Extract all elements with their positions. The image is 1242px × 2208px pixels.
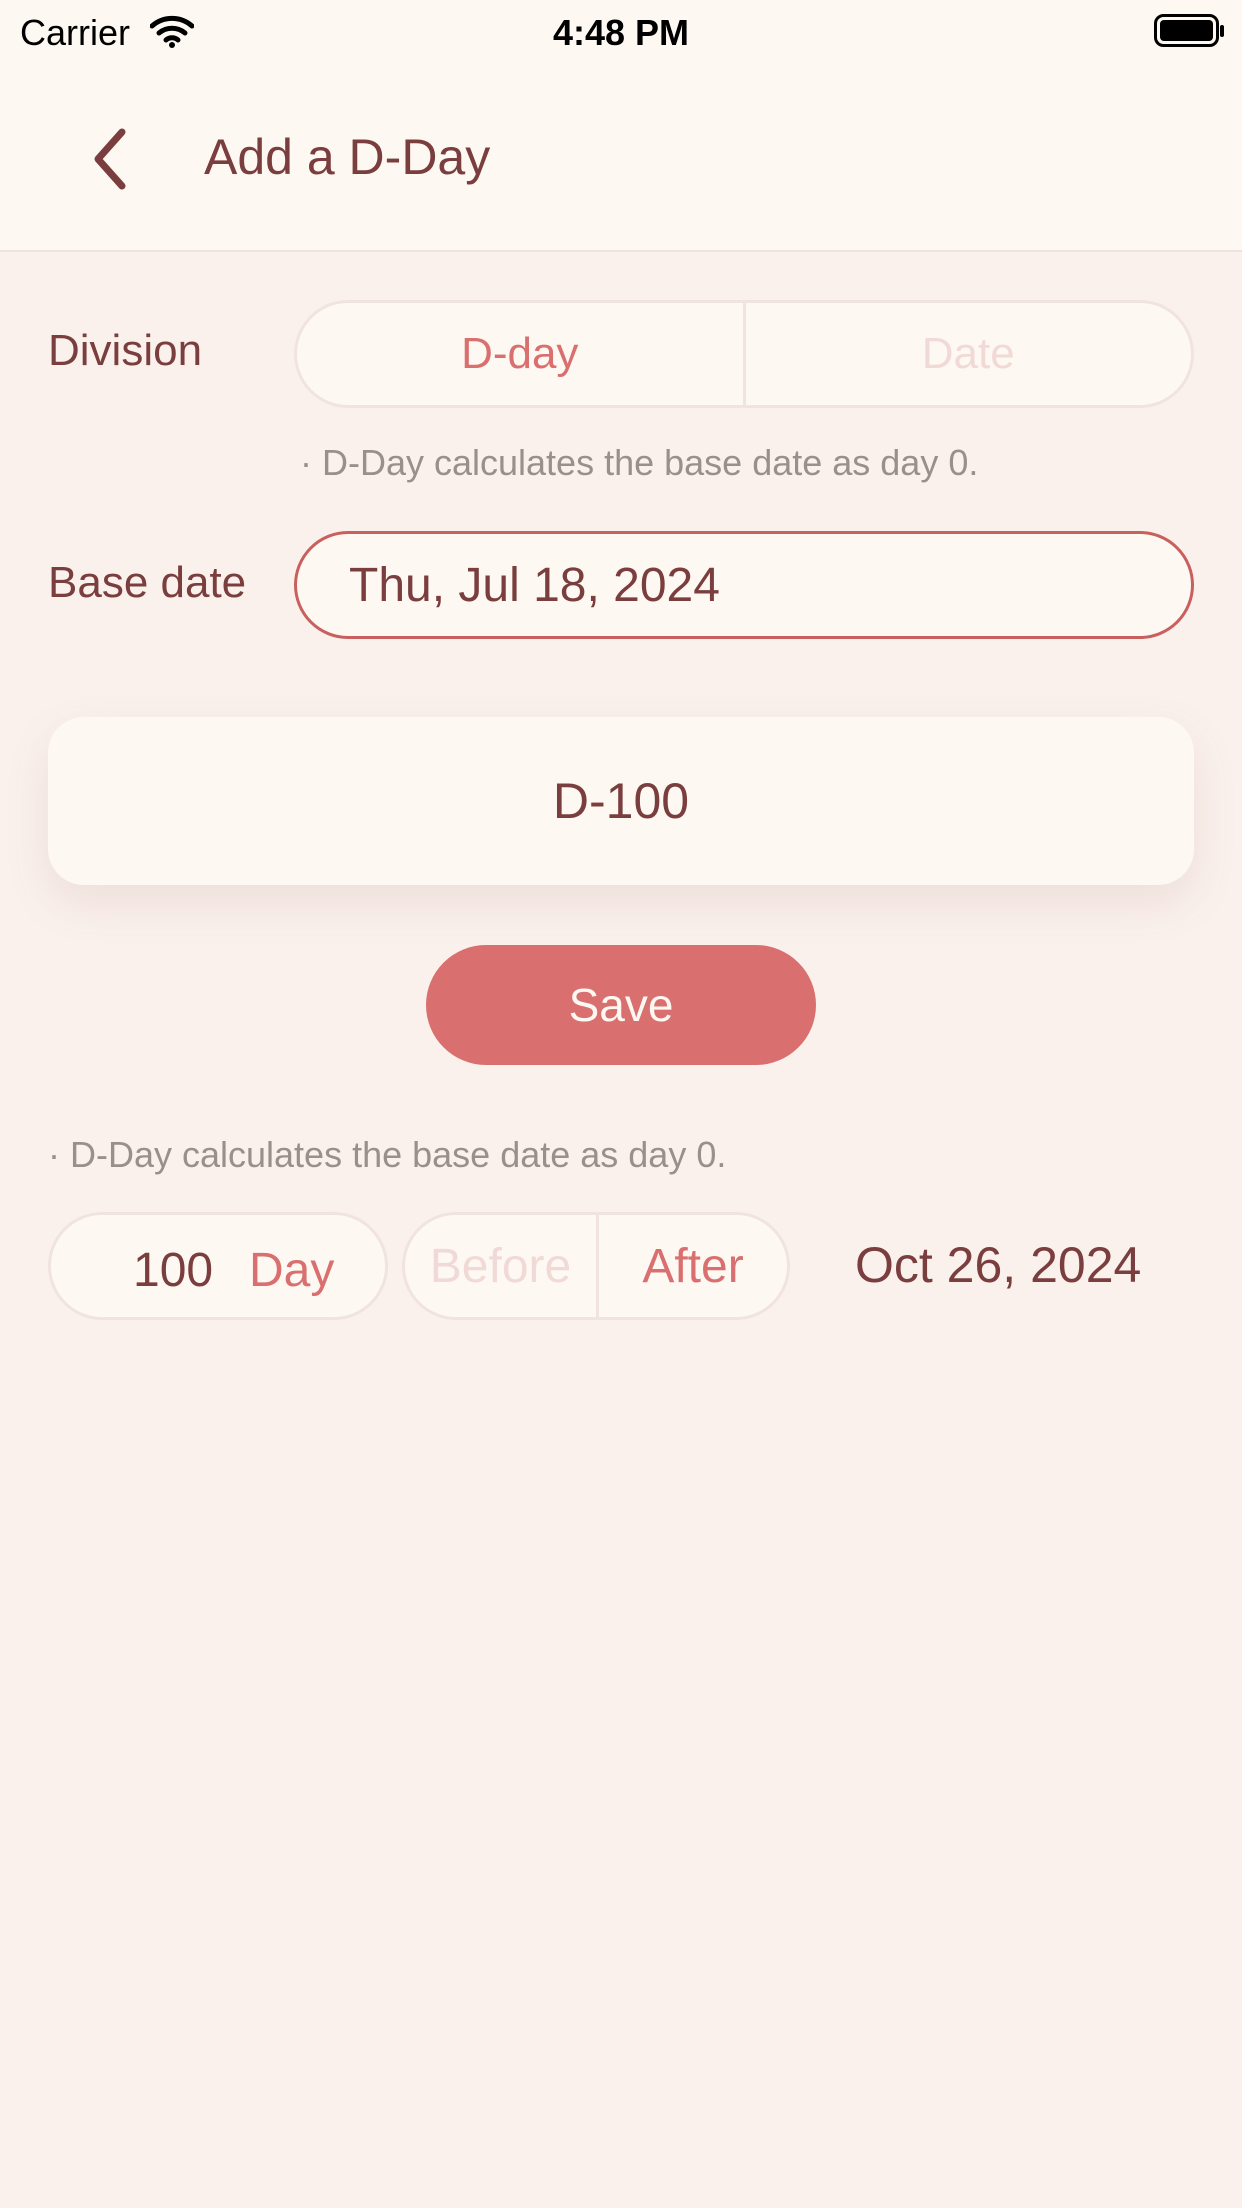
day-unit-label: Day — [249, 1244, 335, 1297]
status-bar: Carrier 4:48 PM — [0, 0, 1242, 62]
computed-date: Oct 26, 2024 — [855, 1237, 1142, 1293]
direction-segmented-control: Before After — [402, 1212, 790, 1320]
chevron-left-icon — [94, 128, 126, 190]
division-label: Division — [48, 326, 203, 375]
navigation-bar: Add a D-Day — [0, 62, 1242, 252]
d-day-result: D-100 — [552, 773, 690, 829]
save-button[interactable]: Save — [426, 945, 816, 1065]
page-title: Add a D-Day — [204, 129, 491, 185]
day-count-value: 100 — [133, 1244, 214, 1297]
division-segmented-control: D-day Date — [294, 300, 1194, 408]
base-date-field[interactable]: Thu, Jul 18, 2024 — [294, 531, 1194, 639]
base-date-value: Thu, Jul 18, 2024 — [349, 558, 720, 612]
segment-before[interactable]: Before — [405, 1215, 596, 1317]
segment-d-day[interactable]: D-day — [297, 303, 743, 405]
save-button-label: Save — [568, 979, 674, 1031]
day-count-input[interactable]: 100 Day — [48, 1212, 388, 1320]
base-date-label: Base date — [48, 558, 247, 607]
segment-date[interactable]: Date — [742, 303, 1192, 405]
result-card: D-100 — [48, 717, 1194, 885]
back-button[interactable] — [84, 124, 140, 194]
segment-after[interactable]: After — [596, 1215, 787, 1317]
battery-icon — [1154, 14, 1226, 53]
status-time: 4:48 PM — [552, 12, 690, 53]
hint-text: · D-Day calculates the base date as day … — [300, 442, 979, 483]
calculator-hint-text: · D-Day calculates the base date as day … — [48, 1134, 727, 1175]
